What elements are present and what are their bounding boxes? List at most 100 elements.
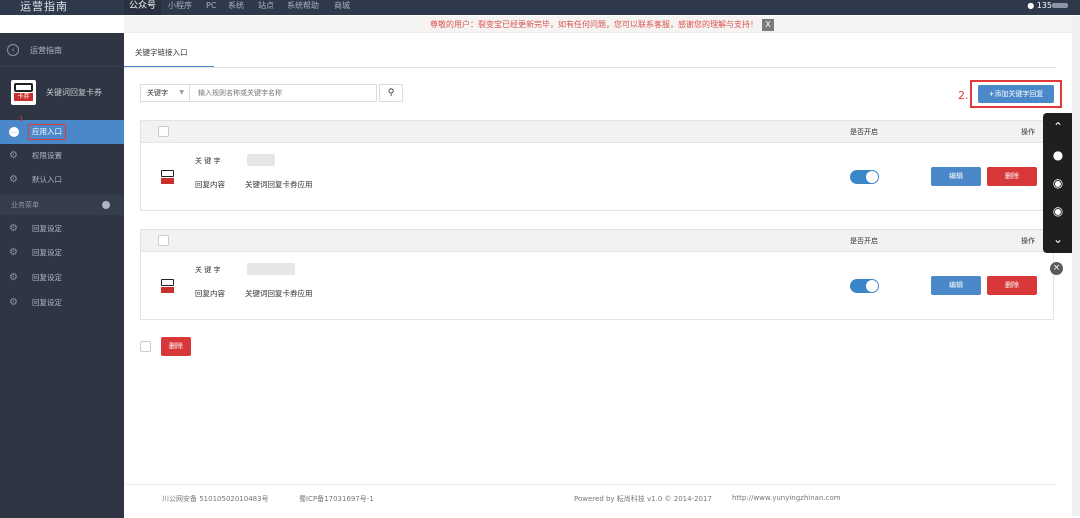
sidebar-item-app-entry[interactable]: … 1 应用入口 xyxy=(0,115,124,144)
search-type-value: 关键字 xyxy=(147,89,168,97)
enabled-toggle[interactable] xyxy=(850,170,879,184)
user-name: 135 xyxy=(1036,1,1052,10)
delete-button[interactable]: 删除 xyxy=(987,276,1037,295)
header-enabled: 是否开启 xyxy=(850,237,878,245)
select-all-checkbox[interactable] xyxy=(140,341,151,352)
edit-button[interactable]: 编辑 xyxy=(931,276,981,295)
annotation-1: 1 xyxy=(19,115,24,123)
sidebar-item-reply-setting[interactable]: ⚙ 回复设定 xyxy=(0,241,124,265)
keyword-label: 关 键 字 xyxy=(195,266,221,274)
gear-icon: ⚙ xyxy=(9,150,18,161)
sidebar-item-label: 回复设定 xyxy=(32,298,62,307)
edit-button[interactable]: 编辑 xyxy=(931,167,981,186)
top-bar: 运营指南 公众号 小程序 PC 系统 站点 系统帮助 商城 ● 135 xyxy=(0,0,1080,15)
reply-label: 回复内容 xyxy=(195,289,225,298)
tab-keyword-entry[interactable]: 关键字链接入口 xyxy=(124,40,214,68)
gear-icon: ⚙ xyxy=(9,223,18,234)
sidebar-item-permissions[interactable]: ⚙ 权限设置 xyxy=(0,144,124,168)
search-input[interactable] xyxy=(190,84,377,102)
logo: 运营指南 xyxy=(20,0,68,13)
reply-label: 回复内容 xyxy=(195,180,225,189)
user-name-redacted xyxy=(1052,3,1068,8)
sidebar-item-reply-setting[interactable]: ⚙ 回复设定 xyxy=(0,217,124,241)
collapse-icon[interactable] xyxy=(102,201,110,209)
chevron-up-icon[interactable]: ⌃ xyxy=(1043,113,1073,141)
reply-value: 关键词回复卡券应用 xyxy=(245,180,313,189)
header-enabled: 是否开启 xyxy=(850,128,878,136)
search-icon: ⚲ xyxy=(387,88,395,98)
nav-item-pc[interactable]: PC xyxy=(206,0,216,15)
sidebar-back[interactable]: ‹ 运营指南 xyxy=(0,33,124,67)
header-action: 操作 xyxy=(1021,237,1035,245)
keyword-value-redacted xyxy=(247,263,295,275)
sidebar-group-label: 业务菜单 xyxy=(11,201,39,209)
keyword-rule-card: 是否开启 操作 关 键 字 回复内容 关键词回复卡券应用 编辑 删除 xyxy=(140,229,1054,320)
notice-text: 尊敬的用户：裂变宝已经更新完毕，如有任何问题，您可以联系客服，感谢您的理解与支持… xyxy=(430,20,758,29)
footer-police: 川公网安备 51010502010483号 xyxy=(162,495,269,503)
chevron-down-icon[interactable]: ⌄ xyxy=(1043,225,1073,253)
add-keyword-reply-button[interactable]: +添加关键字回复 xyxy=(978,85,1054,103)
user-icon: ● xyxy=(1027,1,1035,10)
nav-item-mini-program[interactable]: 小程序 xyxy=(168,0,192,15)
keyword-rule-card: 是否开启 操作 关 键 字 回复内容 关键词回复卡券应用 编辑 删除 xyxy=(140,120,1054,211)
app-name: 关键词回复卡券 xyxy=(46,88,102,97)
footer: 川公网安备 51010502010483号 蜀ICP备17031697号-1 P… xyxy=(124,484,1056,514)
row-checkbox[interactable] xyxy=(158,235,169,246)
chat-icon: … xyxy=(9,127,19,137)
enabled-toggle[interactable] xyxy=(850,279,879,293)
delete-button[interactable]: 删除 xyxy=(987,167,1037,186)
app-icon: 卡券 xyxy=(11,80,36,105)
sidebar-group-header[interactable]: 业务菜单 xyxy=(0,195,124,215)
sidebar-item-label: 回复设定 xyxy=(32,273,62,282)
sidebar-back-label: 运营指南 xyxy=(30,46,62,55)
sidebar-item-reply-setting[interactable]: ⚙ 回复设定 xyxy=(0,291,124,315)
gear-icon: ⚙ xyxy=(9,247,18,258)
wechat-icon[interactable]: ◉ xyxy=(1043,169,1073,197)
sidebar-item-label: 回复设定 xyxy=(32,224,62,233)
tab-divider xyxy=(124,67,1056,68)
footer-powered: Powered by 耘尚科技 v1.0 © 2014-2017 xyxy=(574,495,712,503)
qq-icon[interactable]: ● xyxy=(1043,141,1073,169)
header-action: 操作 xyxy=(1021,128,1035,136)
gear-icon: ⚙ xyxy=(9,174,18,185)
sidebar-app-header: 卡券 关键词回复卡券 xyxy=(0,67,124,119)
keyword-value-redacted xyxy=(247,154,275,166)
back-arrow-icon: ‹ xyxy=(7,44,19,56)
floating-service-bar: ⌃ ● ◉ ◉ ⌄ xyxy=(1043,113,1073,253)
bulk-delete-button[interactable]: 删除 xyxy=(161,337,191,356)
nav-item-official-account[interactable]: 公众号 xyxy=(124,0,162,15)
sidebar-item-label: 应用入口 xyxy=(28,124,66,140)
nav-item-system[interactable]: 系统 xyxy=(228,0,244,15)
scrollbar[interactable] xyxy=(1072,16,1080,516)
footer-url[interactable]: http://www.yunyingzhinan.com xyxy=(732,494,841,502)
sidebar-item-label: 回复设定 xyxy=(32,248,62,257)
nav-item-help[interactable]: 系统帮助 xyxy=(287,0,319,15)
app-icon xyxy=(160,169,175,185)
sidebar-item-reply-setting[interactable]: ⚙ 回复设定 xyxy=(0,266,124,290)
sidebar-item-label: 默认入口 xyxy=(32,175,62,184)
user-menu[interactable]: ● 135 xyxy=(1027,0,1068,12)
annotation-2: 2. xyxy=(958,89,969,102)
search-button[interactable]: ⚲ xyxy=(379,84,403,102)
notice-bar: 尊敬的用户：裂变宝已经更新完毕，如有任何问题，您可以联系客服，感谢您的理解与支持… xyxy=(124,16,1080,33)
notice-close-button[interactable]: X xyxy=(762,18,774,31)
app-icon-label: 卡券 xyxy=(14,93,33,101)
footer-icp: 蜀ICP备17031697号-1 xyxy=(299,495,374,503)
chevron-down-icon: ▼ xyxy=(179,89,184,96)
row-checkbox[interactable] xyxy=(158,126,169,137)
sidebar-item-label: 权限设置 xyxy=(32,151,62,160)
app-icon xyxy=(160,278,175,294)
card-header: 是否开启 操作 xyxy=(141,121,1053,143)
nav-item-site[interactable]: 站点 xyxy=(258,0,274,15)
keyword-label: 关 键 字 xyxy=(195,157,221,165)
gear-icon: ⚙ xyxy=(9,272,18,283)
gear-icon: ⚙ xyxy=(9,297,18,308)
nav-item-mall[interactable]: 商城 xyxy=(334,0,350,15)
sidebar: ‹ 运营指南 卡券 关键词回复卡券 … 1 应用入口 ⚙ 权限设置 ⚙ 默认入口… xyxy=(0,33,124,518)
card-header: 是否开启 操作 xyxy=(141,230,1053,252)
reply-value: 关键词回复卡券应用 xyxy=(245,289,313,298)
search-type-select[interactable]: 关键字 ▼ xyxy=(140,84,190,102)
sidebar-item-default-entry[interactable]: ⚙ 默认入口 xyxy=(0,168,124,192)
close-icon[interactable]: × xyxy=(1050,262,1063,275)
wechat-icon[interactable]: ◉ xyxy=(1043,197,1073,225)
